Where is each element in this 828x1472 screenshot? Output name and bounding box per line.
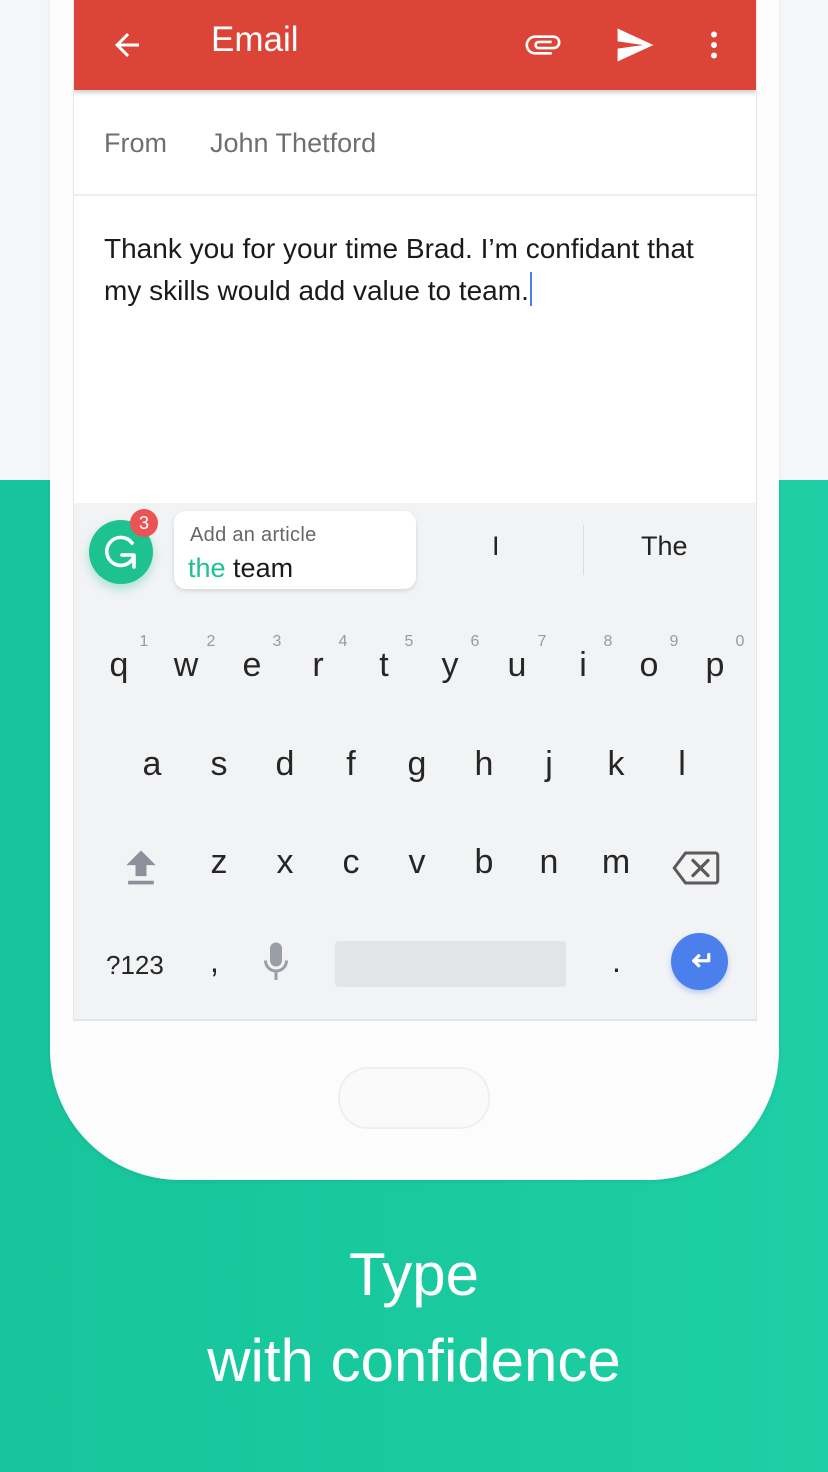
key-hint-number: 3 xyxy=(272,633,282,650)
key-z[interactable]: z xyxy=(189,843,249,882)
word-suggestion[interactable]: I xyxy=(492,531,500,562)
key-u[interactable]: u xyxy=(487,646,547,685)
send-icon[interactable] xyxy=(608,18,662,72)
key-y[interactable]: y xyxy=(420,646,480,685)
spacebar[interactable] xyxy=(335,941,566,987)
key-m[interactable]: m xyxy=(586,843,646,882)
suggestion-divider xyxy=(583,525,584,575)
key-l[interactable]: l xyxy=(652,745,712,784)
email-body-input[interactable]: Thank you for your time Brad. I’m confid… xyxy=(104,228,724,312)
word-suggestion[interactable]: The xyxy=(641,531,688,562)
key-hint-number: 4 xyxy=(338,633,348,650)
key-hint-number: 5 xyxy=(404,633,414,650)
key-o[interactable]: o xyxy=(619,646,679,685)
key-p[interactable]: p xyxy=(685,646,745,685)
key-h[interactable]: h xyxy=(454,745,514,784)
enter-arrow-icon xyxy=(691,952,710,967)
key-k[interactable]: k xyxy=(586,745,646,784)
key-a[interactable]: a xyxy=(122,745,182,784)
keyboard: 3 Add an article the team I The q1w2e3r4… xyxy=(74,503,756,1019)
from-label: From xyxy=(104,128,167,158)
suggestion-text: the team xyxy=(188,553,293,584)
period-key[interactable]: . xyxy=(612,943,621,980)
app-bar: Email xyxy=(74,0,756,90)
from-row[interactable]: From John Thetford xyxy=(74,90,756,196)
key-hint-number: 2 xyxy=(206,633,216,650)
key-i[interactable]: i xyxy=(553,646,613,685)
key-hint-number: 1 xyxy=(139,633,149,650)
key-r[interactable]: r xyxy=(288,646,348,685)
tagline-line-2: with confidence xyxy=(207,1327,621,1394)
grammarly-g-icon xyxy=(105,535,136,569)
email-body-text: Thank you for your time Brad. I’m confid… xyxy=(104,233,694,306)
comma-key[interactable]: , xyxy=(210,943,219,980)
key-f[interactable]: f xyxy=(321,745,381,784)
key-hint-number: 7 xyxy=(537,633,547,650)
from-value[interactable]: John Thetford xyxy=(210,128,376,159)
suggestion-inserted-word: the xyxy=(188,553,226,583)
notification-badge: 3 xyxy=(130,509,158,537)
suggestion-rest: team xyxy=(225,553,294,583)
key-b[interactable]: b xyxy=(454,843,514,882)
text-cursor xyxy=(529,272,532,306)
shift-key-icon[interactable] xyxy=(119,845,163,894)
key-s[interactable]: s xyxy=(189,745,249,784)
microphone-icon[interactable] xyxy=(261,941,291,988)
key-x[interactable]: x xyxy=(255,843,315,882)
key-q[interactable]: q xyxy=(89,646,149,685)
tagline: Type with confidence xyxy=(0,1232,828,1404)
key-g[interactable]: g xyxy=(387,745,447,784)
key-hint-number: 0 xyxy=(735,633,745,650)
suggestion-hint: Add an article xyxy=(190,524,317,546)
key-t[interactable]: t xyxy=(354,646,414,685)
key-c[interactable]: c xyxy=(321,843,381,882)
phone-screen: Email From John Thetford Thank you for y… xyxy=(73,0,757,1021)
key-hint-number: 6 xyxy=(470,633,480,650)
key-w[interactable]: w xyxy=(156,646,216,685)
paperclip-icon[interactable] xyxy=(516,18,570,72)
key-d[interactable]: d xyxy=(255,745,315,784)
key-hint-number: 8 xyxy=(603,633,613,650)
tagline-line-1: Type xyxy=(348,1241,480,1308)
home-button[interactable] xyxy=(338,1067,490,1129)
enter-key[interactable] xyxy=(671,933,728,990)
grammarly-suggestion-card[interactable]: Add an article the team xyxy=(174,511,416,589)
backspace-key-icon[interactable] xyxy=(672,850,720,891)
more-vert-icon[interactable] xyxy=(687,18,741,72)
back-arrow-icon[interactable] xyxy=(100,18,154,72)
app-bar-title: Email xyxy=(211,20,299,59)
symbols-key[interactable]: ?123 xyxy=(106,950,164,981)
key-e[interactable]: e xyxy=(222,646,282,685)
key-j[interactable]: j xyxy=(519,745,579,784)
key-hint-number: 9 xyxy=(669,633,679,650)
key-v[interactable]: v xyxy=(387,843,447,882)
key-n[interactable]: n xyxy=(519,843,579,882)
